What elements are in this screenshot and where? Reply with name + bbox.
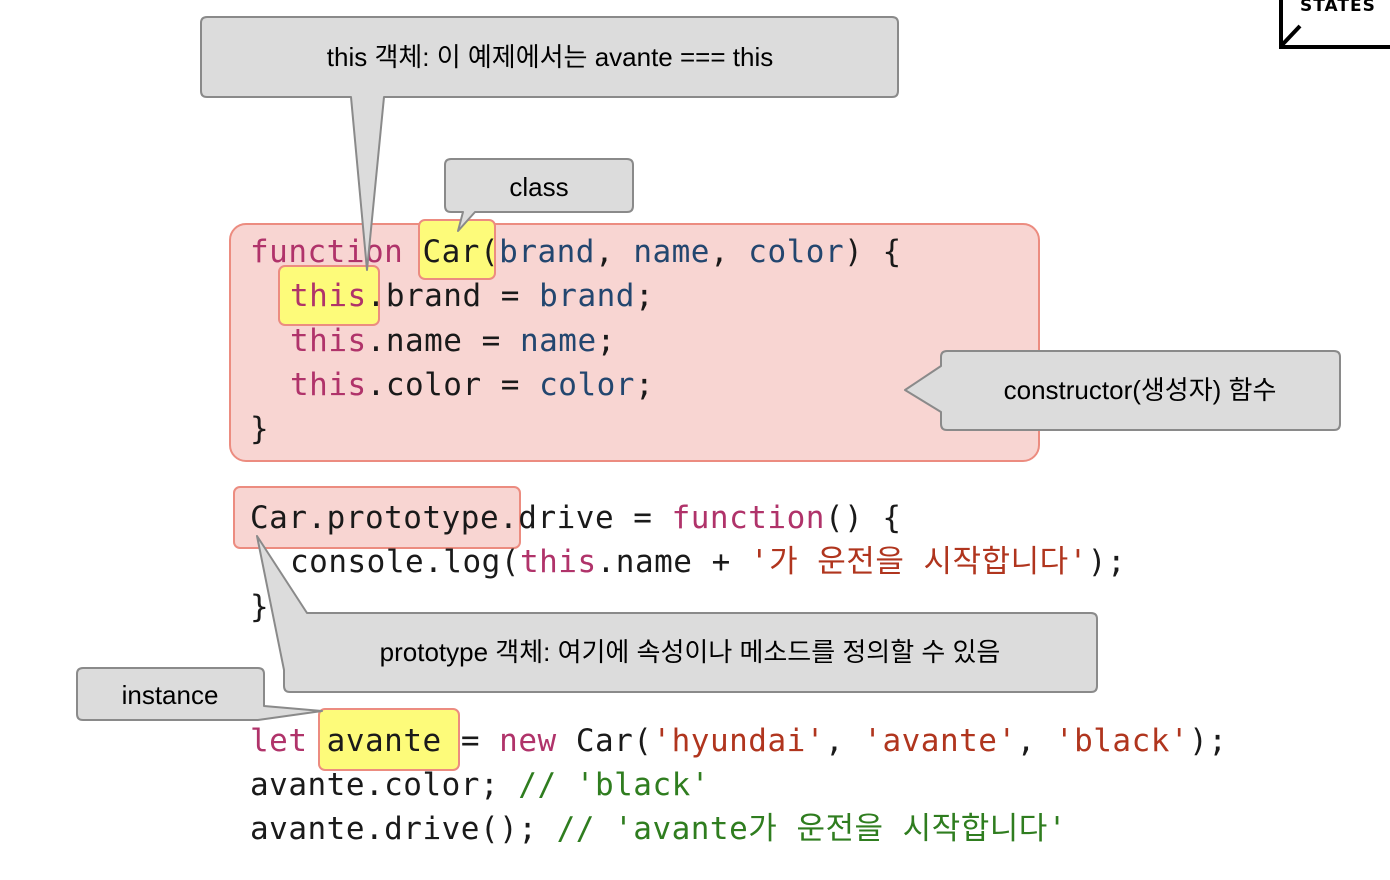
- code-line-7: console.log(this.name + '가 운전을 시작합니다');: [290, 544, 1126, 580]
- code-line-6: Car.prototype.drive = function() {: [250, 500, 902, 536]
- callout-prototype-object-label: prototype 객체: 여기에 속성이나 메소드를 정의할 수 있음: [380, 637, 1001, 667]
- callout-this-object-label: this 객체: 이 예제에서는 avante === this: [327, 42, 773, 72]
- code-line-5: }: [250, 411, 269, 447]
- code-line-4: this.color = color;: [290, 367, 654, 403]
- code-line-10: avante.color; // 'black': [250, 767, 710, 803]
- logo-slash: [1280, 24, 1302, 47]
- code-line-3: this.name = name;: [290, 323, 616, 359]
- code-line-2: this.brand = brand;: [290, 278, 654, 314]
- callout-constructor: constructor(생성자) 함수: [904, 350, 1341, 431]
- logo: STATES: [1279, 0, 1390, 49]
- callout-class-label: class: [509, 172, 568, 202]
- code-line-9: let avante = new Car('hyundai', 'avante'…: [250, 723, 1227, 759]
- logo-text: STATES: [1300, 0, 1376, 16]
- diagram-canvas: STATES function Car(brand, name, color) …: [76, 0, 1390, 847]
- callout-instance-label: instance: [122, 680, 219, 710]
- code-line-1: function Car(brand, name, color) {: [250, 234, 902, 270]
- code-line-11: avante.drive(); // 'avante가 운전을 시작합니다': [250, 811, 1067, 847]
- code-line-8: }: [250, 589, 269, 625]
- callout-constructor-label: constructor(생성자) 함수: [1004, 375, 1277, 405]
